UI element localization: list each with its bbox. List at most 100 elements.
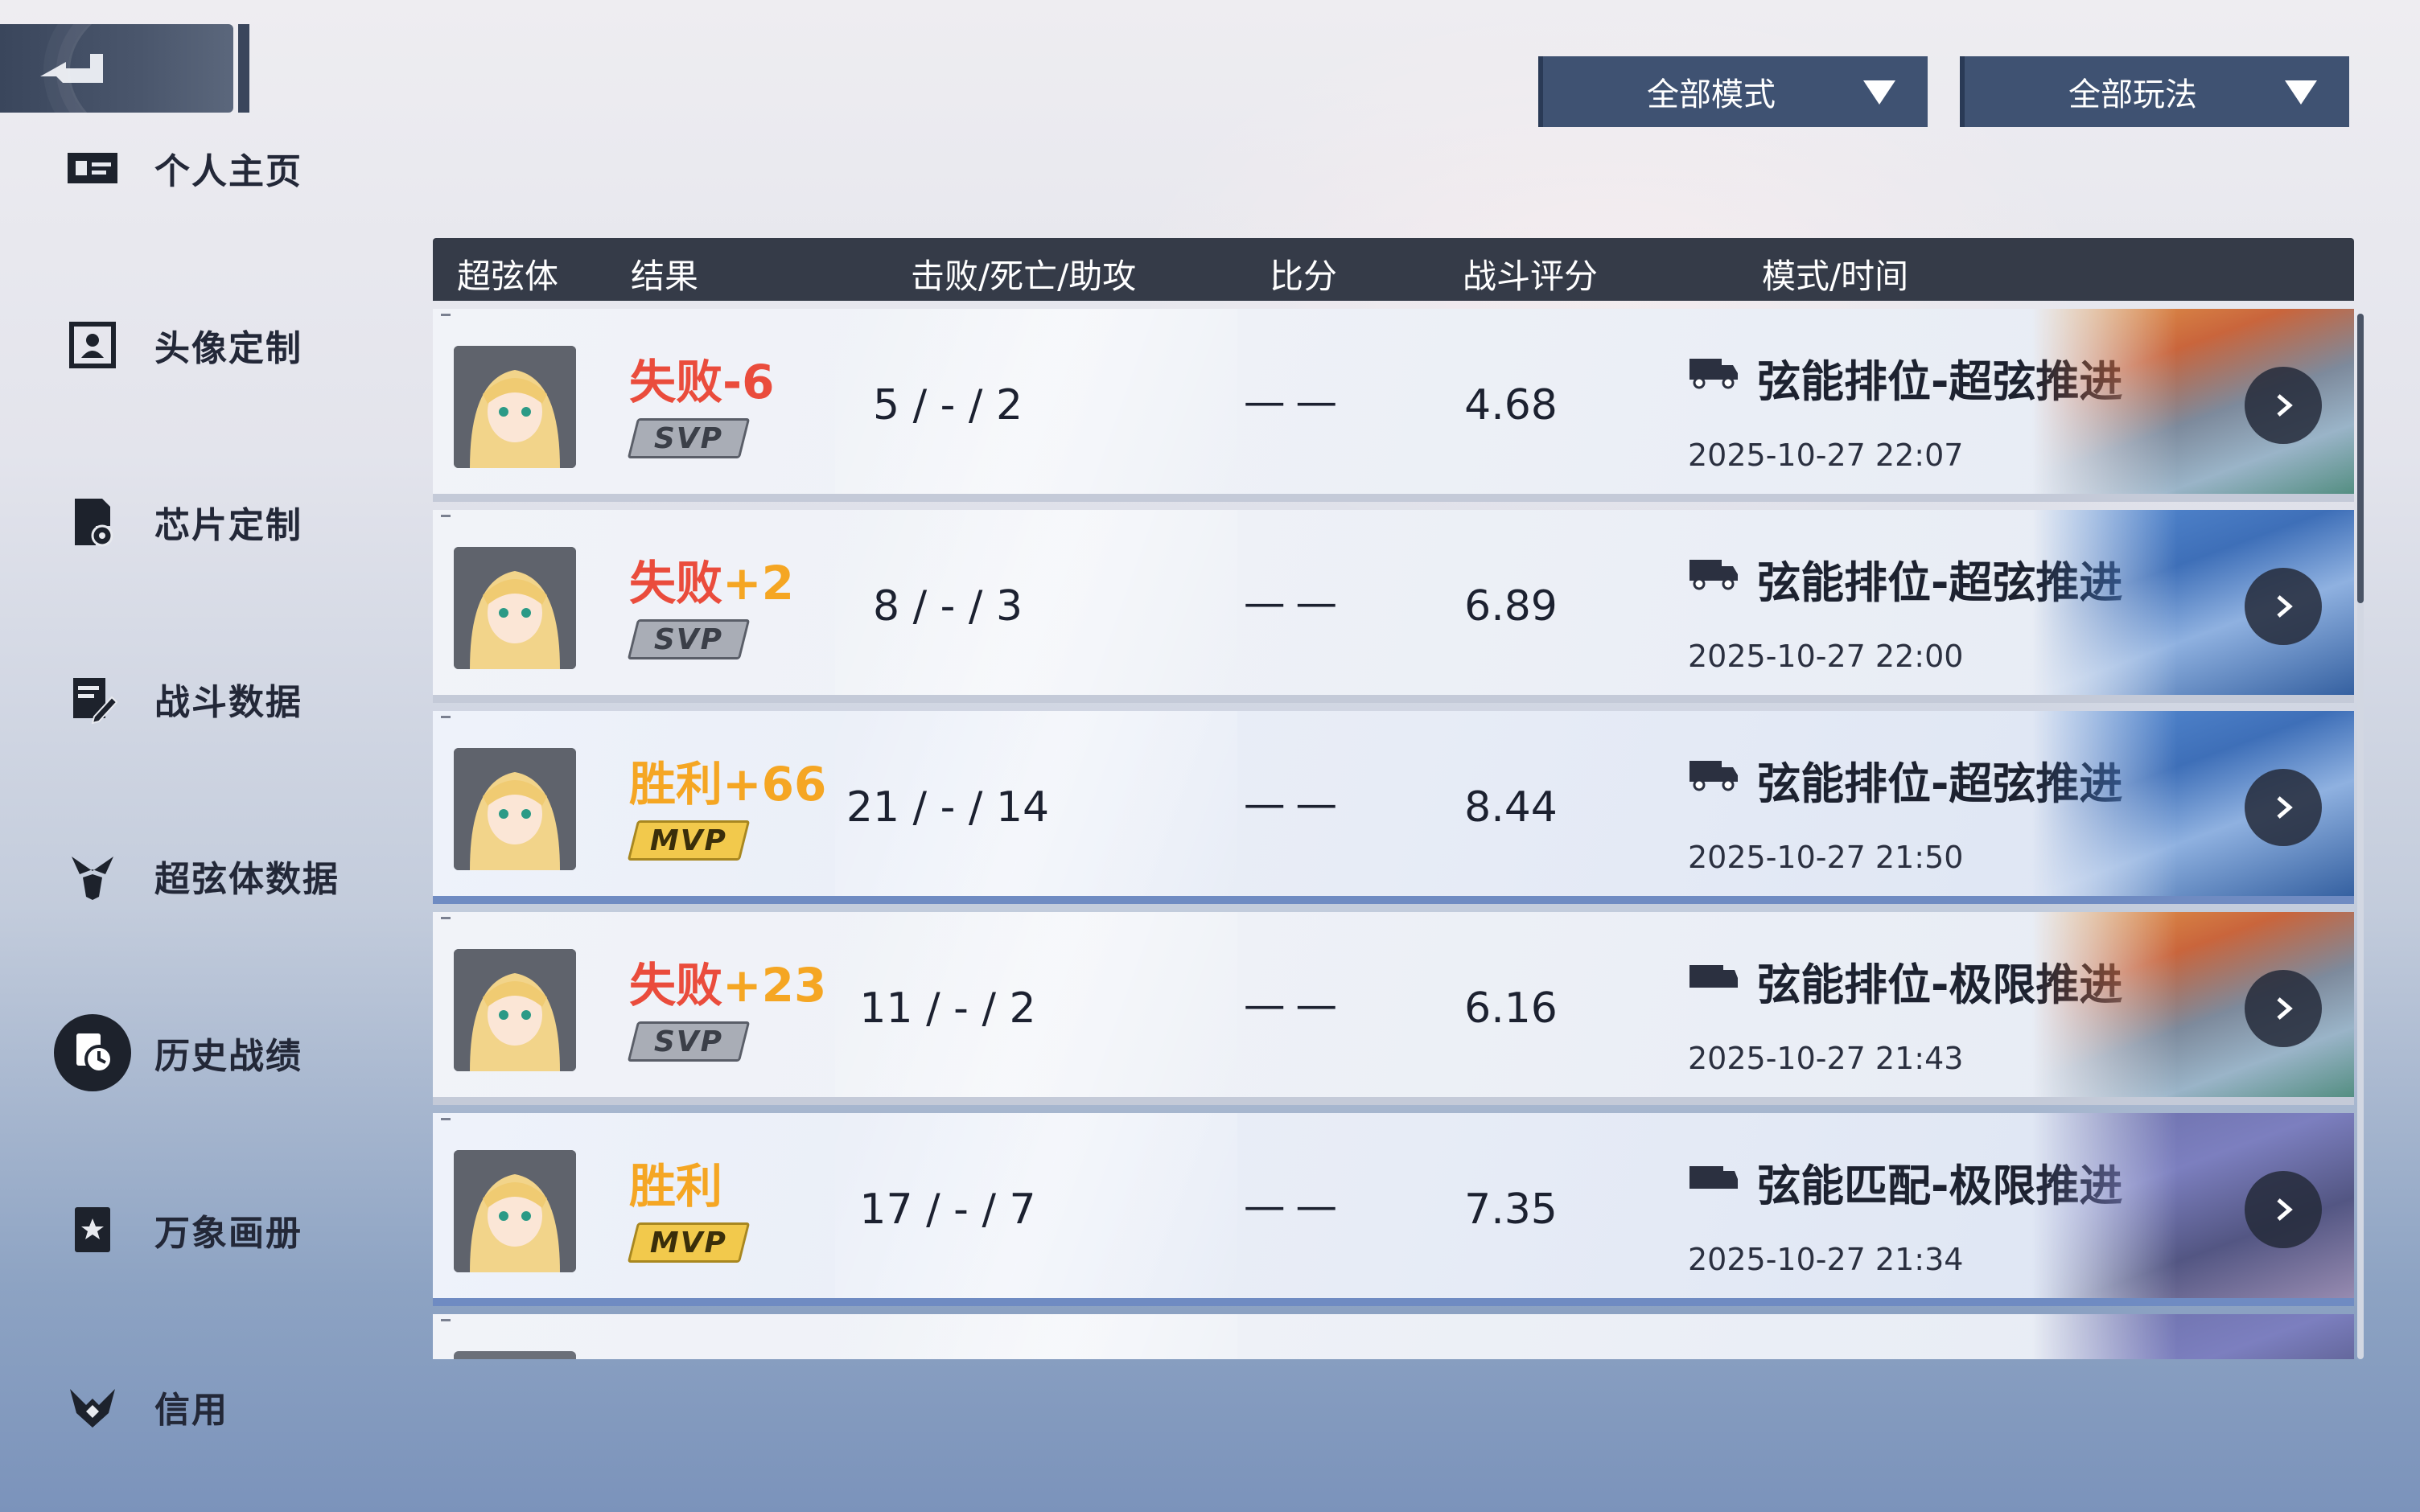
badge-label: SVP [653, 1025, 724, 1058]
rank-delta: +23 [722, 958, 827, 1013]
match-history-table: 超弦体 结果 击败/死亡/助攻 比分 战斗评分 模式/时间 失败-6 SVP 5… [433, 238, 2354, 1359]
rank-delta: -6 [722, 355, 775, 409]
triangle-down-icon [1863, 80, 1895, 105]
chevron-right-icon[interactable] [2245, 1171, 2322, 1248]
sidebar-item-label: 超弦体数据 [154, 859, 340, 900]
result-word: 胜利 [629, 757, 723, 811]
rating-value: 6.16 [1464, 984, 1558, 1033]
row-marker [441, 917, 451, 919]
mvp-badge: MVP [627, 820, 751, 861]
limit-mode-icon [1689, 1166, 1738, 1189]
score-value: — — [1243, 1182, 1338, 1231]
match-result: 失败-6 [629, 344, 774, 412]
header-character: 超弦体 [457, 257, 559, 296]
chevron-right-icon[interactable] [2245, 769, 2322, 846]
sidebar-item-album[interactable]: 万象画册 [48, 1185, 402, 1274]
table-header: 超弦体 结果 击败/死亡/助攻 比分 战斗评分 模式/时间 [433, 238, 2354, 301]
triangle-down-icon [2285, 80, 2317, 105]
ranked-mode-icon [1689, 359, 1738, 389]
header-rating: 战斗评分 [1463, 257, 1599, 296]
table-row[interactable]: 失败+23 SVP 11 / - / 2 — — 6.16 弦能排位-极限推进 … [433, 912, 2354, 1105]
row-marker [441, 314, 451, 316]
match-result: 胜利+66 [629, 746, 826, 814]
chevron-right-icon[interactable] [2245, 568, 2322, 645]
svp-badge: SVP [627, 1021, 751, 1062]
character-data-icon [48, 832, 137, 920]
row-marker [441, 716, 451, 718]
match-time: 2025-10-27 22:07 [1688, 438, 1964, 473]
row-marker [441, 1118, 451, 1120]
score-value: — — [1243, 378, 1338, 426]
sidebar-item-avatar[interactable]: 头像定制 [48, 301, 402, 389]
back-arrow-icon [40, 54, 103, 83]
kda-value: 5 / - / 2 [872, 381, 1023, 429]
sidebar-item-profile[interactable]: 个人主页 [48, 124, 402, 212]
sidebar-item-battle-data[interactable]: 战斗数据 [48, 655, 402, 743]
rank-delta: +66 [722, 757, 827, 811]
result-word: 胜利 [629, 1159, 723, 1214]
badge-label: SVP [653, 421, 724, 455]
limit-mode-icon [1689, 965, 1738, 988]
rating-value: 7.35 [1464, 1185, 1558, 1234]
svp-badge: SVP [627, 619, 751, 659]
table-row[interactable] [433, 1314, 2354, 1359]
badge-label: MVP [649, 824, 728, 857]
sidebar-item-credit[interactable]: 信用 [48, 1362, 402, 1451]
sidebar-item-label: 信用 [154, 1390, 228, 1431]
sidebar-item-chip[interactable]: 芯片定制 [48, 478, 402, 566]
chevron-right-icon[interactable] [2245, 367, 2322, 444]
header-kda: 击败/死亡/助攻 [911, 257, 1137, 296]
ranked-mode-icon [1689, 761, 1738, 791]
result-word: 失败 [629, 556, 723, 610]
sidebar-item-history[interactable]: 历史战绩 [48, 1009, 402, 1097]
character-avatar [454, 949, 576, 1071]
scrollbar-thumb[interactable] [2357, 314, 2364, 603]
avatar-frame-icon [48, 301, 137, 389]
match-time: 2025-10-27 22:00 [1688, 639, 1964, 674]
sidebar-item-label: 芯片定制 [154, 505, 302, 546]
table-row[interactable]: 胜利 MVP 17 / - / 7 — — 7.35 弦能匹配-极限推进 202… [433, 1113, 2354, 1306]
table-row[interactable]: 失败+2 SVP 8 / - / 3 — — 6.89 弦能排位-超弦推进 20… [433, 510, 2354, 703]
badge-label: SVP [653, 622, 724, 656]
row-marker [441, 515, 451, 517]
character-avatar [454, 547, 576, 669]
header-mode-time: 模式/时间 [1762, 257, 1909, 296]
badge-label: MVP [649, 1226, 728, 1259]
kda-value: 11 / - / 2 [859, 984, 1036, 1033]
character-avatar [454, 1150, 576, 1272]
header-score: 比分 [1270, 257, 1338, 296]
chip-gear-icon [48, 478, 137, 566]
table-row[interactable]: 胜利+66 MVP 21 / - / 14 — — 8.44 弦能排位-超弦推进… [433, 711, 2354, 904]
character-avatar [454, 1351, 576, 1359]
play-filter-dropdown[interactable]: 全部玩法 [1960, 56, 2349, 127]
mode-filter-value: 全部模式 [1647, 76, 1776, 113]
match-time: 2025-10-27 21:34 [1688, 1242, 1964, 1277]
character-avatar [454, 346, 576, 468]
match-result: 失败+23 [629, 947, 826, 1015]
score-value: — — [1243, 780, 1338, 828]
table-row[interactable]: 失败-6 SVP 5 / - / 2 — — 4.68 弦能排位-超弦推进 20… [433, 309, 2354, 502]
header-result: 结果 [631, 257, 699, 296]
ranked-mode-icon [1689, 560, 1738, 590]
back-button-edge [238, 24, 249, 113]
sidebar-item-label: 历史战绩 [154, 1036, 302, 1077]
rating-value: 8.44 [1464, 783, 1558, 832]
chevron-right-icon[interactable] [2245, 970, 2322, 1047]
back-button[interactable] [0, 24, 233, 113]
row-divider [433, 1298, 2354, 1306]
row-divider [433, 494, 2354, 502]
row-divider [433, 896, 2354, 904]
history-clock-icon [48, 1009, 137, 1097]
match-result: 失败+2 [629, 545, 794, 613]
kda-value: 21 / - / 14 [846, 783, 1050, 832]
mode-filter-dropdown[interactable]: 全部模式 [1538, 56, 1928, 127]
play-filter-value: 全部玩法 [2068, 76, 2197, 113]
credit-wings-icon [48, 1362, 137, 1451]
result-word: 失败 [629, 355, 723, 409]
scrollbar[interactable] [2357, 314, 2364, 1359]
match-result: 胜利 [629, 1148, 722, 1216]
rank-delta: +2 [722, 556, 794, 610]
sidebar-item-character-data[interactable]: 超弦体数据 [48, 832, 402, 920]
sidebar-item-label: 个人主页 [154, 151, 302, 192]
result-word: 失败 [629, 958, 723, 1013]
